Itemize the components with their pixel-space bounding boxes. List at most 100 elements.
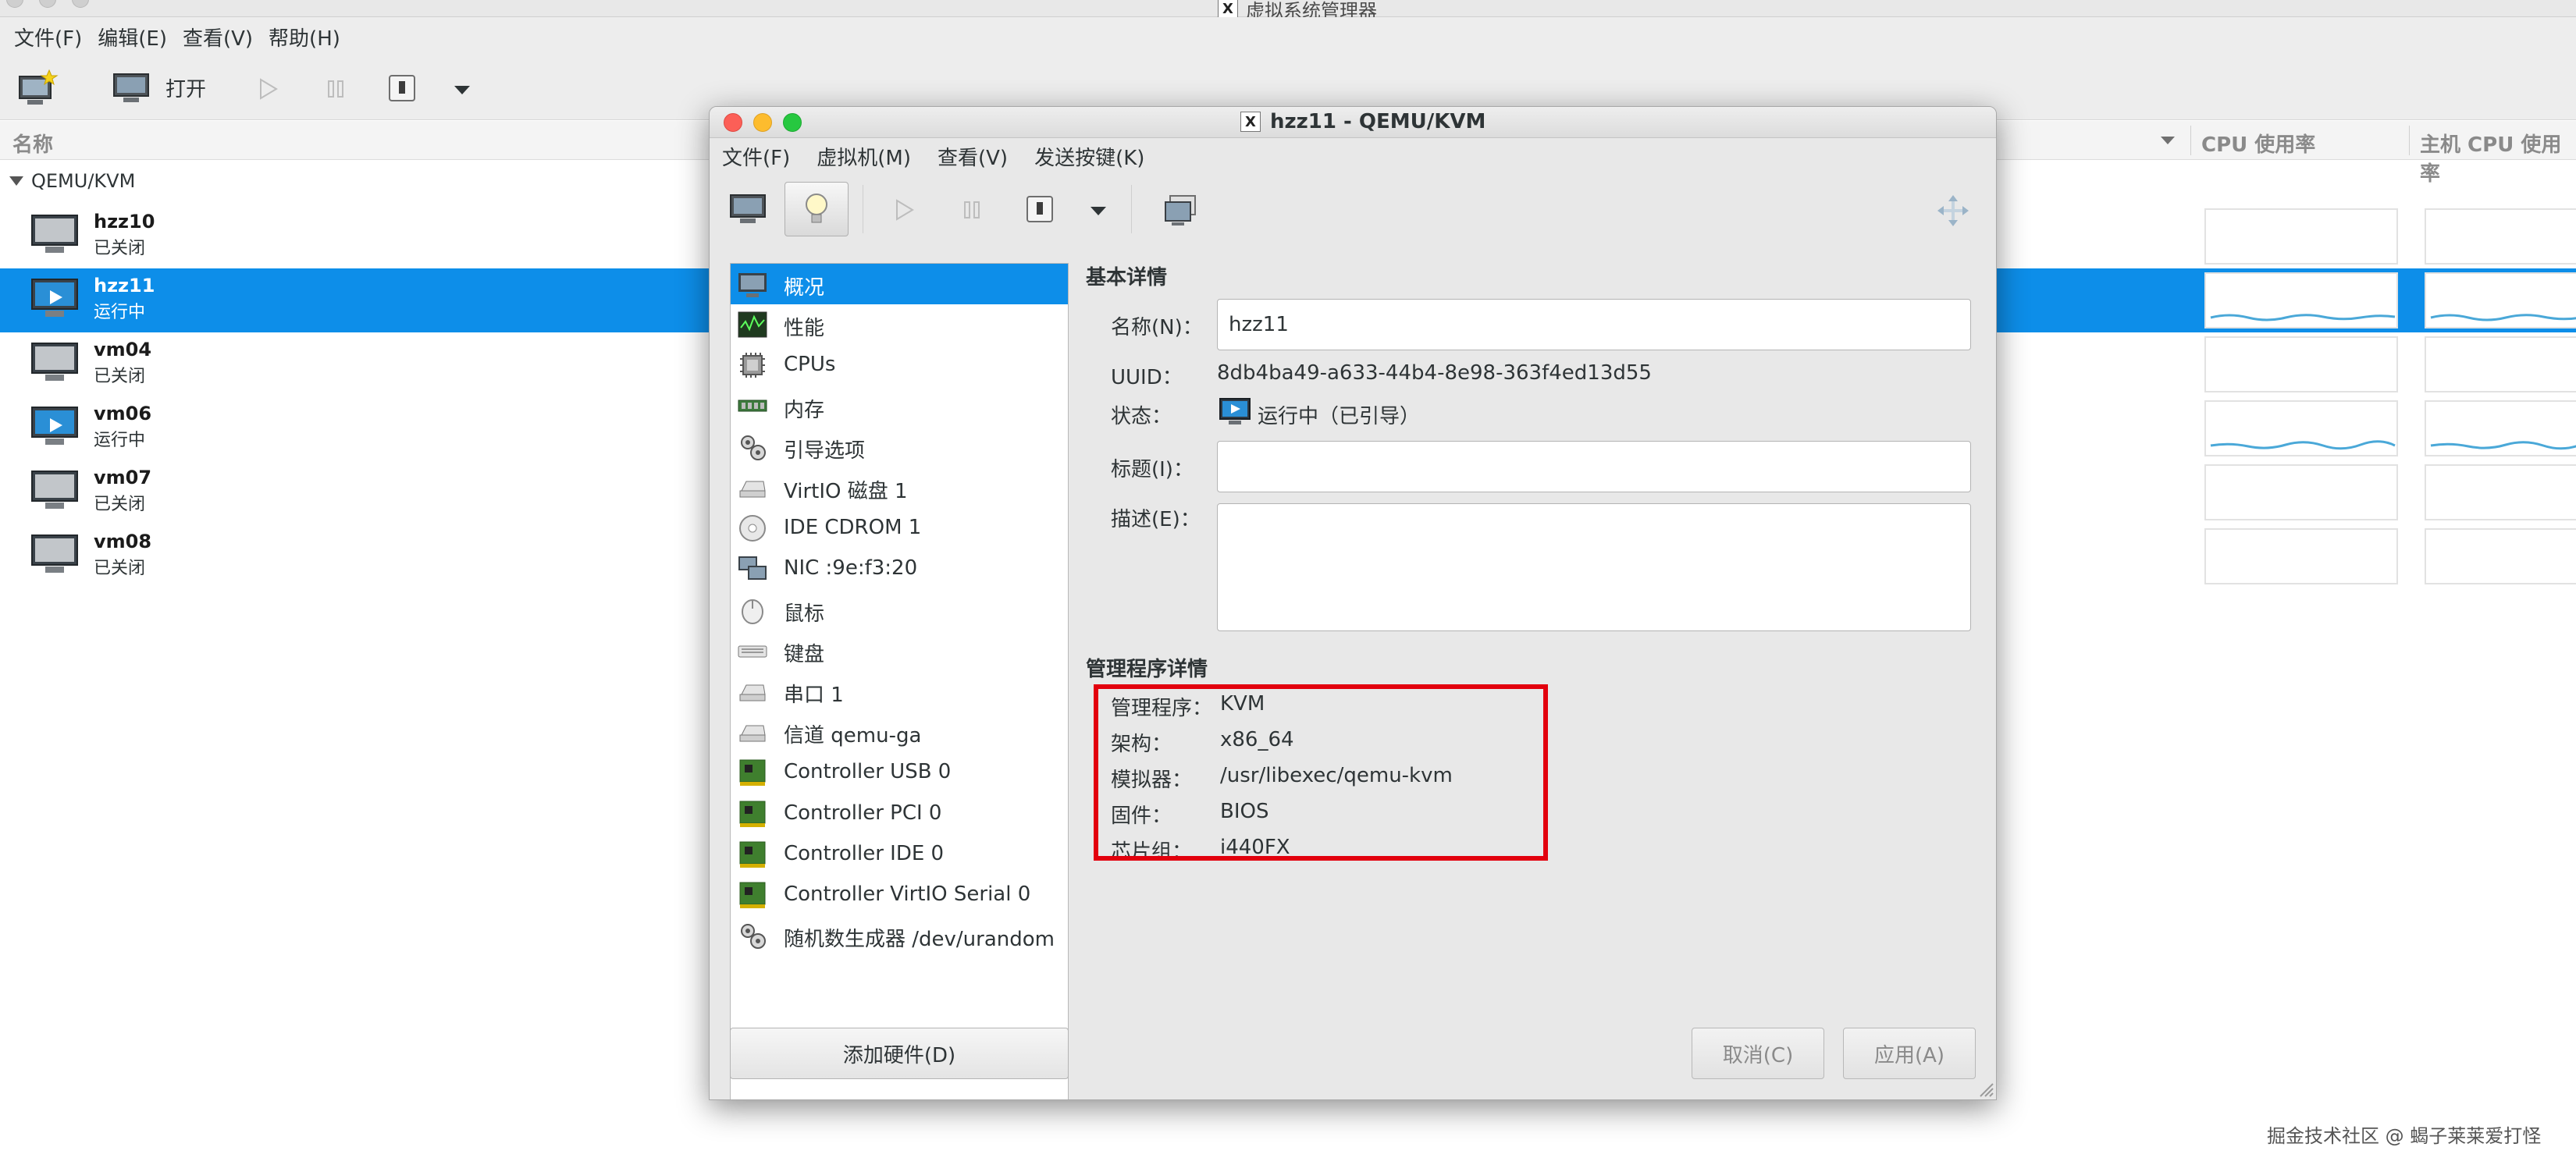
hardware-item[interactable]: 鼠标: [731, 590, 1068, 630]
menu-file[interactable]: 文件(F): [11, 23, 94, 51]
vm-status: 已关闭: [94, 559, 146, 578]
column-name[interactable]: 名称: [12, 129, 53, 158]
hardware-item[interactable]: NIC :9e:f3:20: [731, 549, 1068, 589]
vm-name: vm08: [94, 531, 152, 552]
cancel-button[interactable]: 取消(C): [1692, 1028, 1824, 1079]
controller-card-icon: [737, 839, 768, 870]
host-cpu-usage-graph: [2425, 400, 2576, 456]
basic-details-title: 基本详情: [1086, 266, 1168, 289]
hardware-item[interactable]: 随机数生成器 /dev/urandom: [731, 915, 1068, 956]
dialog-shutdown-menu-button[interactable]: [1084, 199, 1112, 222]
play-icon: [260, 78, 278, 100]
resize-grip-icon[interactable]: [1976, 1079, 1994, 1098]
dialog-run-button[interactable]: [886, 193, 920, 227]
add-hardware-button[interactable]: 添加硬件(D): [730, 1028, 1069, 1079]
open-button-label[interactable]: 打开: [165, 73, 206, 102]
hardware-item[interactable]: Controller PCI 0: [731, 794, 1068, 834]
title-field[interactable]: [1217, 441, 1971, 492]
power-icon: [1026, 196, 1053, 222]
serial-port-icon: [737, 676, 768, 707]
cpu-chip-icon: [737, 350, 768, 381]
fullscreen-button[interactable]: [1932, 190, 1974, 232]
connection-qemu-kvm[interactable]: QEMU/KVM: [9, 170, 135, 192]
minimize-window-button[interactable]: [39, 0, 56, 8]
controller-card-icon: [737, 798, 768, 829]
manager-menubar: 文件(F) 编辑(E) 查看(V) 帮助(H): [0, 17, 2576, 56]
dialog-pause-button[interactable]: [955, 193, 989, 227]
cpu-sparkline: [2210, 440, 2396, 450]
hardware-item[interactable]: Controller USB 0: [731, 752, 1068, 793]
dialog-menu-file[interactable]: 文件(F): [719, 142, 813, 171]
hardware-item[interactable]: 性能: [731, 304, 1068, 345]
console-view-button[interactable]: [724, 185, 772, 233]
expander-icon[interactable]: [9, 176, 23, 186]
stopped-vm-icon: [31, 471, 78, 509]
hardware-item[interactable]: 内存: [731, 386, 1068, 427]
cpu-usage-graph: [2204, 208, 2398, 265]
connection-label: QEMU/KVM: [31, 170, 136, 192]
dialog-menu-view[interactable]: 查看(V): [934, 142, 1031, 171]
sort-chevron-icon[interactable]: [2159, 135, 2176, 146]
menu-view[interactable]: 查看(V): [180, 23, 265, 51]
hard-disk-icon: [737, 472, 768, 503]
description-field[interactable]: [1217, 503, 1971, 631]
vm-name: hzz10: [94, 211, 155, 233]
hardware-item[interactable]: IDE CDROM 1: [731, 508, 1068, 549]
hardware-item[interactable]: CPUs: [731, 345, 1068, 385]
hardware-item-label: 性能: [784, 317, 825, 341]
vm-status: 已关闭: [94, 367, 146, 386]
host-cpu-usage-graph: [2425, 528, 2576, 584]
close-window-button[interactable]: [6, 0, 23, 8]
pause-button[interactable]: [318, 72, 353, 106]
memory-icon: [737, 391, 768, 422]
hardware-item-label: 引导选项: [784, 439, 866, 463]
hardware-item-label: 概况: [784, 276, 825, 300]
minimize-dialog-button[interactable]: [753, 113, 772, 132]
hardware-item[interactable]: VirtIO 磁盘 1: [731, 467, 1068, 508]
hardware-item[interactable]: 概况: [731, 264, 1068, 304]
shutdown-menu-button[interactable]: [448, 78, 476, 101]
details-view-button[interactable]: [785, 182, 849, 236]
hardware-item[interactable]: 键盘: [731, 630, 1068, 671]
cpu-sparkline: [2210, 314, 2396, 321]
hardware-list: 概况性能 CPUs 内存引导选项 VirtIO 磁盘 1 IDE CDROM 1 NIC …: [730, 263, 1069, 1099]
status-value: 运行中（已引导）: [1258, 405, 1421, 428]
cpu-usage-graph: [2204, 272, 2398, 329]
snapshots-button[interactable]: [1159, 190, 1201, 232]
controller-card-icon: [737, 757, 768, 788]
hardware-item[interactable]: 引导选项: [731, 427, 1068, 467]
menu-edit[interactable]: 编辑(E): [94, 23, 180, 51]
lightbulb-icon: [806, 194, 827, 223]
maximize-window-button[interactable]: [72, 0, 89, 8]
shutdown-button[interactable]: [384, 70, 420, 106]
hardware-item[interactable]: 串口 1: [731, 671, 1068, 712]
vm-details-window: X hzz11 - QEMU/KVM 文件(F) 虚拟机(M) 查看(V) 发送…: [709, 106, 1997, 1100]
run-button[interactable]: [250, 72, 284, 106]
monitor-icon: [730, 194, 766, 223]
open-vm-button[interactable]: [109, 69, 153, 108]
status-label: 状态：: [1111, 405, 1172, 428]
close-dialog-button[interactable]: [724, 113, 742, 132]
column-cpu-usage[interactable]: CPU 使用率: [2201, 129, 2315, 158]
power-icon: [389, 75, 415, 101]
controller-card-icon: [737, 879, 768, 911]
channel-icon: [737, 716, 768, 748]
apply-button[interactable]: 应用(A): [1843, 1028, 1976, 1079]
dialog-menu-vm[interactable]: 虚拟机(M): [813, 142, 934, 171]
maximize-dialog-button[interactable]: [783, 113, 802, 132]
host-cpu-usage-graph: [2425, 208, 2576, 265]
rng-gears-icon: [737, 920, 768, 951]
hardware-item[interactable]: Controller IDE 0: [731, 834, 1068, 875]
dialog-menu-sendkey[interactable]: 发送按键(K): [1031, 142, 1168, 171]
running-vm-icon: [31, 407, 78, 445]
name-field[interactable]: [1217, 299, 1971, 350]
hardware-item[interactable]: 信道 qemu-ga: [731, 712, 1068, 752]
menu-help[interactable]: 帮助(H): [265, 23, 353, 51]
new-vm-button[interactable]: [16, 67, 59, 109]
network-icon: [737, 553, 768, 584]
dialog-shutdown-button[interactable]: [1022, 191, 1058, 227]
column-separator: [2190, 126, 2191, 155]
hardware-item[interactable]: Controller VirtIO Serial 0: [731, 875, 1068, 915]
column-host-cpu-usage[interactable]: 主机 CPU 使用率: [2420, 129, 2576, 186]
cpu-usage-graph: [2204, 528, 2398, 584]
